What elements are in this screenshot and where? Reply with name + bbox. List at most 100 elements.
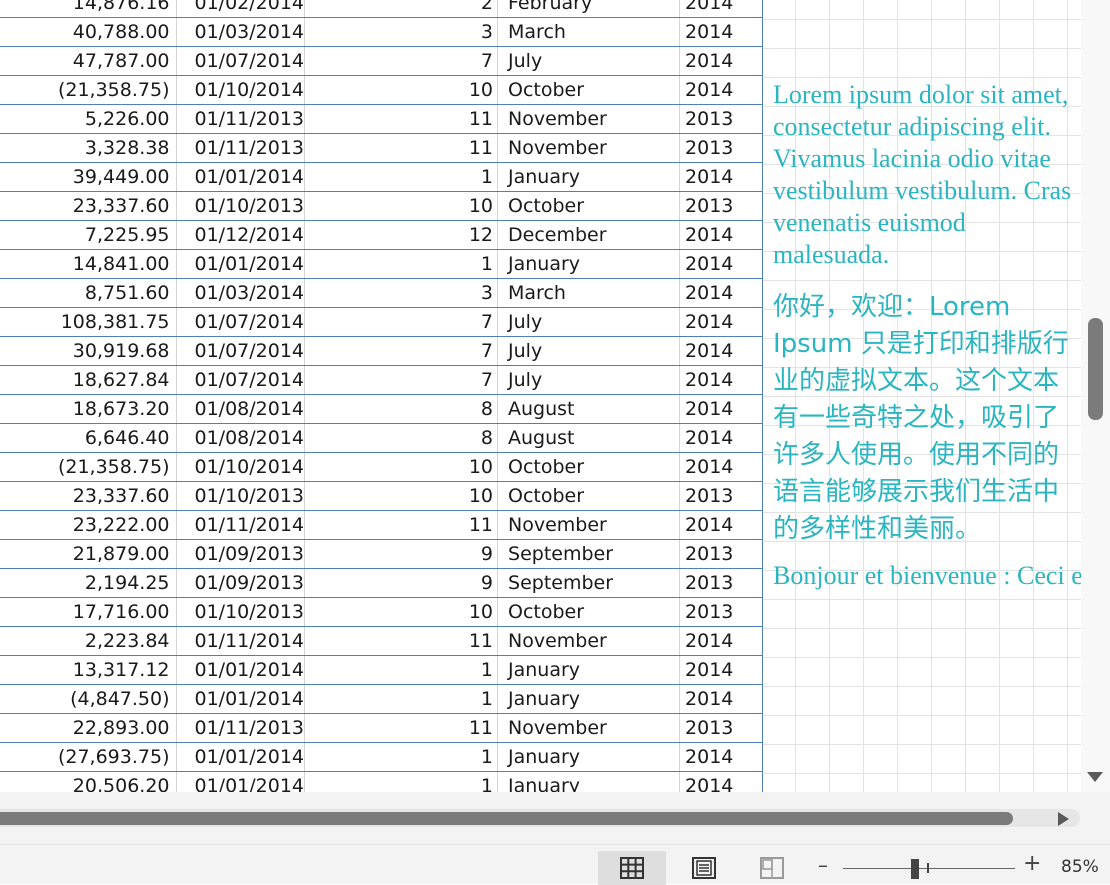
year-cell[interactable]: 2014 [679, 249, 763, 279]
month-name-cell[interactable]: September [497, 539, 681, 569]
date-cell[interactable]: 01/11/2014 [176, 626, 306, 656]
amount-cell[interactable]: 22,893.00 [0, 713, 177, 743]
amount-cell[interactable]: 18,627.84 [0, 365, 177, 395]
month-name-cell[interactable]: August [497, 423, 681, 453]
date-cell[interactable]: 01/02/2014 [176, 0, 306, 18]
month-number-cell[interactable]: 1 [304, 742, 499, 772]
year-cell[interactable]: 2014 [679, 626, 763, 656]
amount-cell[interactable]: 2,223.84 [0, 626, 177, 656]
amount-cell[interactable]: 8,751.60 [0, 278, 177, 308]
vertical-scroll-thumb[interactable] [1088, 318, 1103, 420]
month-number-cell[interactable]: 7 [304, 307, 499, 337]
date-cell[interactable]: 01/07/2014 [176, 336, 306, 366]
amount-cell[interactable]: (4,847.50) [0, 684, 177, 714]
month-number-cell[interactable]: 1 [304, 249, 499, 279]
month-name-cell[interactable]: September [497, 568, 681, 598]
multilingual-text-box[interactable]: Lorem ipsum dolor sit amet, consectetur … [773, 79, 1088, 610]
year-cell[interactable]: 2014 [679, 307, 763, 337]
amount-cell[interactable]: 6,646.40 [0, 423, 177, 453]
year-cell[interactable]: 2013 [679, 597, 763, 627]
amount-cell[interactable]: 23,222.00 [0, 510, 177, 540]
year-cell[interactable]: 2014 [679, 655, 763, 685]
amount-cell[interactable]: 21,879.00 [0, 539, 177, 569]
scroll-down-arrow-icon[interactable] [1087, 772, 1103, 782]
year-cell[interactable]: 2014 [679, 365, 763, 395]
date-cell[interactable]: 01/11/2013 [176, 133, 306, 163]
month-number-cell[interactable]: 11 [304, 713, 499, 743]
amount-cell[interactable]: 18,673.20 [0, 394, 177, 424]
date-cell[interactable]: 01/08/2014 [176, 423, 306, 453]
amount-cell[interactable]: 7,225.95 [0, 220, 177, 250]
year-cell[interactable]: 2013 [679, 713, 763, 743]
month-name-cell[interactable]: January [497, 655, 681, 685]
month-name-cell[interactable]: November [497, 133, 681, 163]
year-cell[interactable]: 2014 [679, 452, 763, 482]
month-number-cell[interactable]: 2 [304, 0, 499, 18]
zoom-out-button[interactable]: – [818, 853, 828, 877]
date-cell[interactable]: 01/07/2014 [176, 365, 306, 395]
month-name-cell[interactable]: March [497, 17, 681, 47]
date-cell[interactable]: 01/10/2013 [176, 191, 306, 221]
year-cell[interactable]: 2014 [679, 771, 763, 792]
month-number-cell[interactable]: 1 [304, 162, 499, 192]
date-cell[interactable]: 01/09/2013 [176, 568, 306, 598]
amount-cell[interactable]: 30,919.68 [0, 336, 177, 366]
date-cell[interactable]: 01/01/2014 [176, 162, 306, 192]
date-cell[interactable]: 01/01/2014 [176, 655, 306, 685]
year-cell[interactable]: 2013 [679, 481, 763, 511]
month-number-cell[interactable]: 7 [304, 365, 499, 395]
month-number-cell[interactable]: 1 [304, 655, 499, 685]
month-name-cell[interactable]: February [497, 0, 681, 18]
date-cell[interactable]: 01/10/2014 [176, 452, 306, 482]
scroll-right-arrow-icon[interactable] [1058, 812, 1069, 826]
zoom-slider-track[interactable] [843, 868, 1015, 869]
month-number-cell[interactable]: 12 [304, 220, 499, 250]
amount-cell[interactable]: 5,226.00 [0, 104, 177, 134]
date-cell[interactable]: 01/07/2014 [176, 307, 306, 337]
month-number-cell[interactable]: 7 [304, 336, 499, 366]
date-cell[interactable]: 01/01/2014 [176, 249, 306, 279]
zoom-level[interactable]: 85% [1061, 857, 1099, 877]
year-cell[interactable]: 2014 [679, 220, 763, 250]
amount-cell[interactable]: 2,194.25 [0, 568, 177, 598]
month-name-cell[interactable]: July [497, 307, 681, 337]
date-cell[interactable]: 01/01/2014 [176, 684, 306, 714]
month-name-cell[interactable]: July [497, 336, 681, 366]
amount-cell[interactable]: 13,317.12 [0, 655, 177, 685]
worksheet[interactable]: 14,876.16 01/02/2014 2 February 2014 40,788.0… [0, 0, 1088, 792]
month-name-cell[interactable]: January [497, 742, 681, 772]
month-name-cell[interactable]: January [497, 249, 681, 279]
month-number-cell[interactable]: 7 [304, 46, 499, 76]
month-name-cell[interactable]: July [497, 365, 681, 395]
month-number-cell[interactable]: 11 [304, 510, 499, 540]
amount-cell[interactable]: 23,337.60 [0, 481, 177, 511]
month-number-cell[interactable]: 8 [304, 423, 499, 453]
amount-cell[interactable]: 14,876.16 [0, 0, 177, 18]
month-name-cell[interactable]: July [497, 46, 681, 76]
amount-cell[interactable]: (27,693.75) [0, 742, 177, 772]
amount-cell[interactable]: 40,788.00 [0, 17, 177, 47]
month-name-cell[interactable]: November [497, 510, 681, 540]
date-cell[interactable]: 01/11/2013 [176, 104, 306, 134]
month-name-cell[interactable]: October [497, 191, 681, 221]
date-cell[interactable]: 01/03/2014 [176, 278, 306, 308]
vertical-scrollbar[interactable] [1081, 0, 1110, 792]
normal-view-button[interactable] [598, 851, 666, 885]
amount-cell[interactable]: (21,358.75) [0, 75, 177, 105]
month-number-cell[interactable]: 11 [304, 104, 499, 134]
amount-cell[interactable]: 3,328.38 [0, 133, 177, 163]
date-cell[interactable]: 01/01/2014 [176, 771, 306, 792]
year-cell[interactable]: 2014 [679, 278, 763, 308]
month-name-cell[interactable]: January [497, 771, 681, 792]
year-cell[interactable]: 2014 [679, 742, 763, 772]
amount-cell[interactable]: 17,716.00 [0, 597, 177, 627]
month-number-cell[interactable]: 11 [304, 626, 499, 656]
month-number-cell[interactable]: 3 [304, 17, 499, 47]
amount-cell[interactable]: 108,381.75 [0, 307, 177, 337]
year-cell[interactable]: 2014 [679, 17, 763, 47]
year-cell[interactable]: 2013 [679, 191, 763, 221]
month-number-cell[interactable]: 1 [304, 771, 499, 792]
month-number-cell[interactable]: 1 [304, 684, 499, 714]
zoom-in-button[interactable]: + [1023, 851, 1041, 876]
month-number-cell[interactable]: 9 [304, 568, 499, 598]
